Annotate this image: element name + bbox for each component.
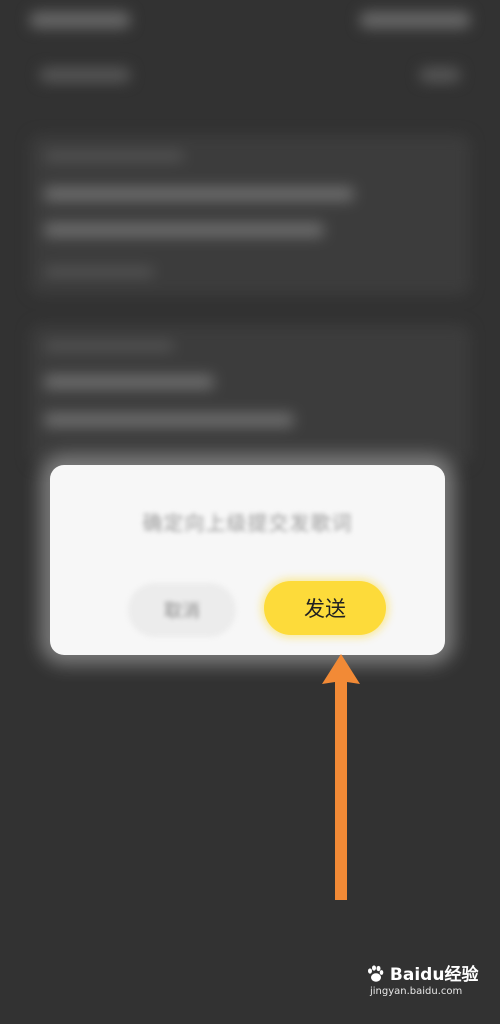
- card-line: [44, 413, 294, 427]
- card-line: [44, 151, 184, 161]
- send-button[interactable]: 发送: [264, 581, 386, 635]
- card-line: [44, 341, 174, 351]
- baidu-paw-icon: [368, 965, 384, 982]
- confirm-dialog: 确定向上级提交发歌词 取消 发送: [50, 465, 445, 655]
- status-bar-right-block: [360, 12, 470, 28]
- watermark-brand-text: Baidu经验: [389, 965, 479, 985]
- dialog-message: 确定向上级提交发歌词: [142, 511, 353, 535]
- card-line: [44, 375, 214, 389]
- background-card: [30, 325, 470, 465]
- status-bar-left-block: [30, 12, 130, 28]
- screen: 确定向上级提交发歌词 取消 发送 Baidu经验 jingyan.baidu.c…: [0, 0, 500, 1024]
- watermark-url: jingyan.baidu.com: [370, 986, 463, 997]
- status-bar: [30, 8, 470, 32]
- nav-back-block: [40, 68, 130, 82]
- watermark-brand: Baidu经验: [366, 960, 478, 985]
- card-line: [44, 267, 154, 277]
- nav-right-block: [420, 68, 460, 82]
- background-card: [30, 135, 470, 295]
- cancel-button[interactable]: 取消: [128, 583, 236, 637]
- card-line: [44, 223, 324, 237]
- nav-bar: [40, 62, 460, 90]
- card-line: [44, 187, 354, 201]
- watermark: Baidu经验 jingyan.baidu.com: [366, 960, 478, 1006]
- up-arrow-icon: [322, 654, 360, 900]
